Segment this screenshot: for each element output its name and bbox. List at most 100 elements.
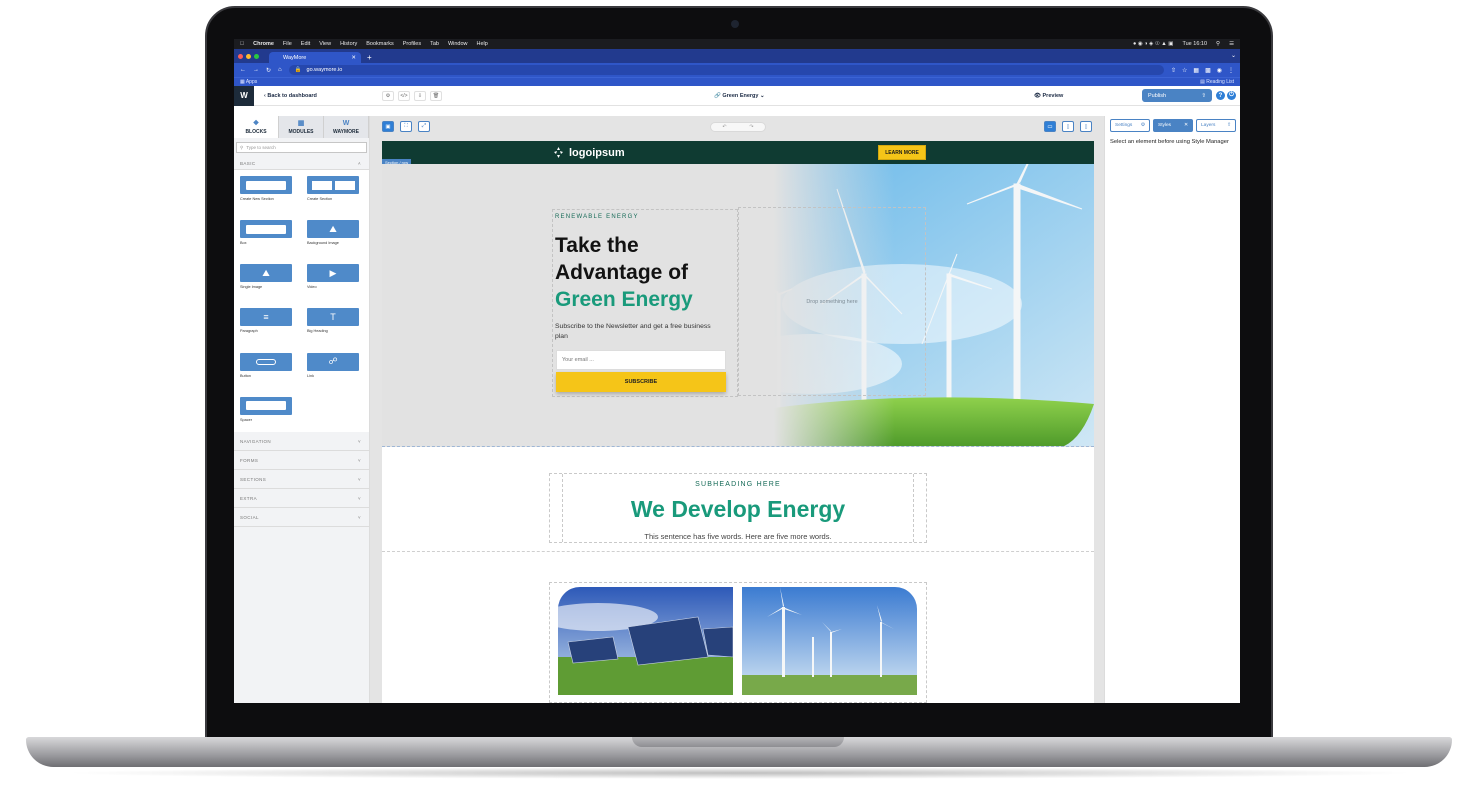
tab-blocks[interactable]: ❖ BLOCKS <box>234 116 279 138</box>
share-icon[interactable]: ⇧ <box>1171 67 1176 74</box>
tablet-view-icon[interactable]: ▯ <box>1062 121 1074 132</box>
menu-help[interactable]: Help <box>477 41 488 47</box>
apple-icon[interactable]:  <box>240 41 244 47</box>
hero-text-column[interactable]: RENEWABLE ENERGY Take the Advantage of G… <box>552 209 738 397</box>
block-tile[interactable]: T Big Heading <box>307 308 374 343</box>
import-icon[interactable]: ⇩ <box>414 90 426 101</box>
menu-view[interactable]: View <box>319 41 331 47</box>
menu-bookmarks[interactable]: Bookmarks <box>366 41 394 47</box>
close-tab-icon[interactable]: ✕ <box>351 55 356 61</box>
browser-addressbar: ← → ↻ ⌂ 🔒 go.waymore.io ⇧ ☆ ▦ ▩ ◉ ⋮ <box>234 63 1240 77</box>
section-text[interactable]: This sentence has five words. Here are f… <box>550 532 926 541</box>
extension-icon[interactable]: ▦ <box>1193 67 1199 74</box>
home-icon[interactable]: ⌂ <box>278 67 282 73</box>
power-icon[interactable]: ⏻ <box>1227 91 1236 100</box>
tab-modules[interactable]: ▦ MODULES <box>279 116 324 138</box>
block-tile[interactable]: ≡ Paragraph <box>240 308 307 343</box>
develop-text-block[interactable]: SUBHEADING HERE We Develop Energy This s… <box>549 473 927 543</box>
block-tile[interactable]: Create Section <box>307 176 374 211</box>
reading-list[interactable]: ▤ Reading List <box>1200 79 1234 85</box>
minimize-window-icon[interactable] <box>246 53 251 59</box>
profile-icon[interactable]: ◉ <box>1217 67 1222 74</box>
menu-edit[interactable]: Edit <box>301 41 310 47</box>
apps-bookmark[interactable]: ▦ Apps <box>240 79 257 85</box>
fullscreen-icon[interactable]: ⛶ <box>400 121 412 132</box>
category-basic[interactable]: BASIC ˄ <box>234 157 369 170</box>
block-tile[interactable]: ⛰ Background Image <box>307 220 374 255</box>
mobile-view-icon[interactable]: ▯ <box>1080 121 1092 132</box>
menu-history[interactable]: History <box>340 41 357 47</box>
tab-settings[interactable]: Settings ⚙ <box>1110 119 1150 132</box>
image-row[interactable] <box>549 582 927 703</box>
block-tile[interactable]: ⛰ Single Image <box>240 264 307 299</box>
subscribe-button[interactable]: SUBSCRIBE <box>556 372 726 392</box>
block-tile[interactable]: ▶ Video <box>307 264 374 299</box>
hero-section[interactable]: RENEWABLE ENERGY Take the Advantage of G… <box>382 164 1094 447</box>
hero-title[interactable]: Take the Advantage of Green Energy <box>555 232 735 313</box>
preview-button[interactable]: 👁 Preview <box>1034 93 1063 99</box>
block-tile[interactable]: Create New Section <box>240 176 307 211</box>
forward-icon[interactable]: → <box>253 67 259 73</box>
reload-icon[interactable]: ↻ <box>266 67 271 74</box>
zoom-window-icon[interactable] <box>254 53 259 59</box>
menu-file[interactable]: File <box>283 41 292 47</box>
editor-toolbar: ⚙ </> ⇩ 🗑 <box>382 90 442 101</box>
control-center-icon[interactable]: ☰ <box>1229 41 1234 47</box>
category-social[interactable]: SOCIAL ˅ <box>234 508 369 527</box>
tab-layers[interactable]: Layers ⇧ <box>1196 119 1236 132</box>
publish-button[interactable]: Publish ⇧ <box>1142 89 1212 102</box>
redo-icon[interactable]: ↷ <box>749 124 753 130</box>
undo-icon[interactable]: ↶ <box>722 124 726 130</box>
wind-turbines-image[interactable] <box>742 587 917 695</box>
new-tab-button[interactable]: + <box>361 52 378 63</box>
site-header[interactable]: logoipsum LEARN MORE Section / row <box>382 141 1094 166</box>
email-field[interactable]: Your email ... <box>556 350 726 370</box>
solar-panels-image[interactable] <box>558 587 733 695</box>
settings-icon[interactable]: ⚙ <box>382 90 394 101</box>
drop-zone[interactable]: Drop something here <box>738 207 926 396</box>
hero-subheading[interactable]: RENEWABLE ENERGY <box>555 214 639 220</box>
category-extra[interactable]: EXTRA ˅ <box>234 489 369 508</box>
tab-search-icon[interactable]: ⌄ <box>1231 49 1240 63</box>
develop-section[interactable]: SUBHEADING HERE We Develop Energy This s… <box>382 447 1094 552</box>
waymore-logo[interactable]: W <box>234 85 254 106</box>
category-sections[interactable]: SECTIONS ˅ <box>234 470 369 489</box>
menu-tab[interactable]: Tab <box>430 41 439 47</box>
site-logo[interactable]: logoipsum <box>552 146 625 159</box>
menu-window[interactable]: Window <box>448 41 468 47</box>
browser-tab[interactable]: WayMore ✕ <box>269 52 361 63</box>
block-search-input[interactable]: ⚲ Type to search <box>236 142 367 153</box>
category-navigation[interactable]: NAVIGATION ˅ <box>234 432 369 451</box>
close-window-icon[interactable] <box>238 53 243 59</box>
learn-more-button[interactable]: LEARN MORE <box>878 145 926 160</box>
select-mode-icon[interactable]: ▣ <box>382 121 394 132</box>
desktop-view-icon[interactable]: ▭ <box>1044 121 1056 132</box>
block-tile[interactable]: ☍ Link <box>307 352 374 388</box>
code-icon[interactable]: </> <box>398 90 410 101</box>
status-icons[interactable]: ● ◉ ◑ ◈ ☉ ▲ ▣ <box>1133 41 1173 47</box>
star-icon[interactable]: ☆ <box>1182 67 1187 74</box>
help-icon[interactable]: ? <box>1216 91 1225 100</box>
tab-waymore[interactable]: W WAYMORE <box>324 116 369 138</box>
puzzle-icon[interactable]: ▩ <box>1205 67 1211 74</box>
block-tile[interactable]: Spacer <box>240 396 307 432</box>
menu-profiles[interactable]: Profiles <box>403 41 421 47</box>
block-tile[interactable]: Box <box>240 220 307 255</box>
url-field[interactable]: 🔒 go.waymore.io <box>288 65 1164 75</box>
menu-chrome[interactable]: Chrome <box>253 41 274 47</box>
resize-icon[interactable]: ⤢ <box>418 121 430 132</box>
page-name-dropdown[interactable]: 🔗 Green Energy ⌄ <box>714 93 765 99</box>
category-forms[interactable]: FORMS ˅ <box>234 451 369 470</box>
back-to-dashboard-link[interactable]: ‹ Back to dashboard <box>264 93 317 99</box>
section-subheading[interactable]: SUBHEADING HERE <box>550 481 926 488</box>
more-icon[interactable]: ⋮ <box>1228 67 1234 74</box>
block-tile[interactable]: Button <box>240 352 307 388</box>
hero-description[interactable]: Subscribe to the Newsletter and get a fr… <box>555 322 725 342</box>
block-tile-label: Background Image <box>307 241 339 246</box>
preview-label: Preview <box>1042 92 1064 99</box>
section-title[interactable]: We Develop Energy <box>550 496 926 523</box>
tab-styles[interactable]: Styles ✕ <box>1153 119 1193 132</box>
back-icon[interactable]: ← <box>240 67 246 73</box>
spotlight-icon[interactable]: ⚲ <box>1216 41 1220 47</box>
trash-icon[interactable]: 🗑 <box>430 90 442 101</box>
